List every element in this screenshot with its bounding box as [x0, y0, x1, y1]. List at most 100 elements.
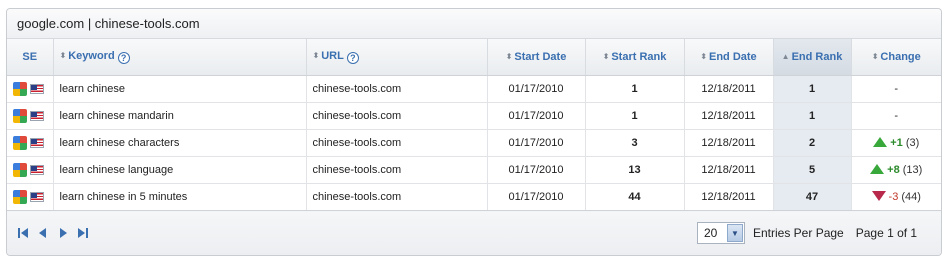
arrow-up-icon — [870, 163, 885, 174]
rank-table: SE ⬍ Keyword? ⬍ URL? ⬍ Start Date ⬍ Start Ra… — [7, 39, 941, 211]
end-rank-cell: 1 — [773, 75, 852, 103]
change-previous-rank: (3) — [905, 136, 920, 149]
us-flag-icon — [30, 164, 44, 175]
pager-nav — [17, 227, 89, 239]
sort-both-icon: ⬍ — [602, 51, 610, 61]
sort-both-icon: ⬍ — [505, 51, 513, 61]
us-flag-icon — [30, 137, 44, 148]
sort-ascending-icon: ▲ — [781, 51, 790, 61]
column-header-keyword[interactable]: ⬍ Keyword? — [53, 39, 307, 76]
table-row[interactable]: learn chinese chinese-tools.com 01/17/2010… — [7, 75, 941, 103]
column-header-label: Keyword — [68, 49, 115, 62]
url-cell: chinese-tools.com — [306, 156, 488, 184]
entries-per-page-select[interactable]: 20 ▼ — [697, 222, 745, 244]
end-date-cell: 12/18/2011 — [684, 129, 774, 157]
help-icon[interactable]: ? — [346, 51, 359, 64]
previous-page-icon[interactable] — [37, 227, 49, 239]
column-header-end-rank[interactable]: ▲ End Rank — [773, 39, 852, 76]
url-cell: chinese-tools.com — [306, 183, 488, 211]
google-icon — [13, 162, 27, 177]
us-flag-icon — [30, 110, 44, 121]
sort-both-icon: ⬍ — [59, 50, 67, 60]
google-icon — [13, 135, 27, 150]
column-header-url[interactable]: ⬍ URL? — [306, 39, 488, 76]
start-date-cell: 01/17/2010 — [487, 75, 586, 103]
start-date-cell: 01/17/2010 — [487, 183, 586, 211]
entries-per-page-control: 20 ▼ Entries Per Page Page 1 of 1 — [697, 222, 917, 244]
keyword-cell: learn chinese in 5 minutes — [53, 183, 307, 211]
start-date-cell: 01/17/2010 — [487, 129, 586, 157]
keyword-cell: learn chinese mandarin — [53, 102, 307, 130]
end-date-cell: 12/18/2011 — [684, 75, 774, 103]
column-header-label: Change — [880, 50, 921, 63]
google-icon — [13, 108, 27, 123]
change-value: +1 — [890, 136, 903, 149]
keyword-cell: learn chinese — [53, 75, 307, 103]
column-header-se[interactable]: SE — [7, 39, 54, 76]
se-cell — [7, 156, 54, 184]
start-rank-cell: 1 — [585, 102, 685, 130]
change-cell: - — [851, 75, 941, 103]
change-value: - — [894, 82, 899, 95]
change-cell: +1 (3) — [851, 129, 941, 157]
column-header-start-date[interactable]: ⬍ Start Date — [487, 39, 586, 76]
google-icon — [13, 81, 27, 96]
chevron-down-icon[interactable]: ▼ — [727, 224, 743, 242]
first-page-icon[interactable] — [17, 227, 29, 239]
us-flag-icon — [30, 83, 44, 94]
arrow-up-icon — [873, 136, 888, 147]
end-rank-cell: 47 — [773, 183, 852, 211]
entries-per-page-label: Entries Per Page — [753, 226, 844, 240]
change-value: +8 — [887, 163, 900, 176]
table-row[interactable]: learn chinese language chinese-tools.com 0… — [7, 156, 941, 184]
keyword-cell: learn chinese characters — [53, 129, 307, 157]
panel-title: google.com | chinese-tools.com — [7, 9, 941, 39]
keyword-cell: learn chinese language — [53, 156, 307, 184]
url-cell: chinese-tools.com — [306, 75, 488, 103]
url-cell: chinese-tools.com — [306, 129, 488, 157]
end-date-cell: 12/18/2011 — [684, 102, 774, 130]
column-header-label: SE — [22, 50, 38, 63]
change-cell: - — [851, 102, 941, 130]
rank-report-panel: google.com | chinese-tools.com SE ⬍ Keywo… — [6, 8, 942, 256]
end-date-cell: 12/18/2011 — [684, 156, 774, 184]
change-previous-rank: (13) — [902, 163, 923, 176]
start-rank-cell: 3 — [585, 129, 685, 157]
last-page-icon[interactable] — [77, 227, 89, 239]
se-cell — [7, 102, 54, 130]
column-header-label: Start Rank — [611, 50, 667, 63]
start-rank-cell: 1 — [585, 75, 685, 103]
start-date-cell: 01/17/2010 — [487, 102, 586, 130]
end-rank-cell: 1 — [773, 102, 852, 130]
change-previous-rank: (44) — [901, 190, 921, 203]
next-page-icon[interactable] — [57, 227, 69, 239]
change-value: - — [894, 109, 899, 122]
start-rank-cell: 13 — [585, 156, 685, 184]
google-icon — [13, 189, 27, 204]
change-value: -3 — [888, 190, 899, 203]
change-cell: +8 (13) — [851, 156, 941, 184]
se-cell — [7, 183, 54, 211]
page-info: Page 1 of 1 — [855, 226, 918, 240]
column-header-label: End Rank — [791, 50, 843, 63]
start-rank-cell: 44 — [585, 183, 685, 211]
column-header-label: End Date — [709, 50, 757, 63]
sort-both-icon: ⬍ — [700, 51, 707, 61]
table-footer: 20 ▼ Entries Per Page Page 1 of 1 — [7, 212, 941, 255]
column-header-change[interactable]: ⬍ Change — [851, 39, 941, 76]
sort-both-icon: ⬍ — [871, 51, 879, 61]
se-cell — [7, 75, 54, 103]
column-header-end-date[interactable]: ⬍ End Date — [684, 39, 774, 76]
url-cell: chinese-tools.com — [306, 102, 488, 130]
column-header-start-rank[interactable]: ⬍ Start Rank — [585, 39, 685, 76]
table-row[interactable]: learn chinese mandarin chinese-tools.com 0… — [7, 102, 941, 130]
table-row[interactable]: learn chinese in 5 minutes chinese-tools.… — [7, 183, 941, 211]
help-icon[interactable]: ? — [117, 51, 130, 64]
end-date-cell: 12/18/2011 — [684, 183, 774, 211]
table-row[interactable]: learn chinese characters chinese-tools.co… — [7, 129, 941, 157]
se-cell — [7, 129, 54, 157]
column-header-label: URL — [321, 49, 344, 62]
table-header-row: SE ⬍ Keyword? ⬍ URL? ⬍ Start Date ⬍ Start Ra… — [7, 39, 941, 76]
column-header-label: Start Date — [514, 50, 567, 63]
table-body: learn chinese chinese-tools.com 01/17/2010… — [7, 75, 941, 211]
